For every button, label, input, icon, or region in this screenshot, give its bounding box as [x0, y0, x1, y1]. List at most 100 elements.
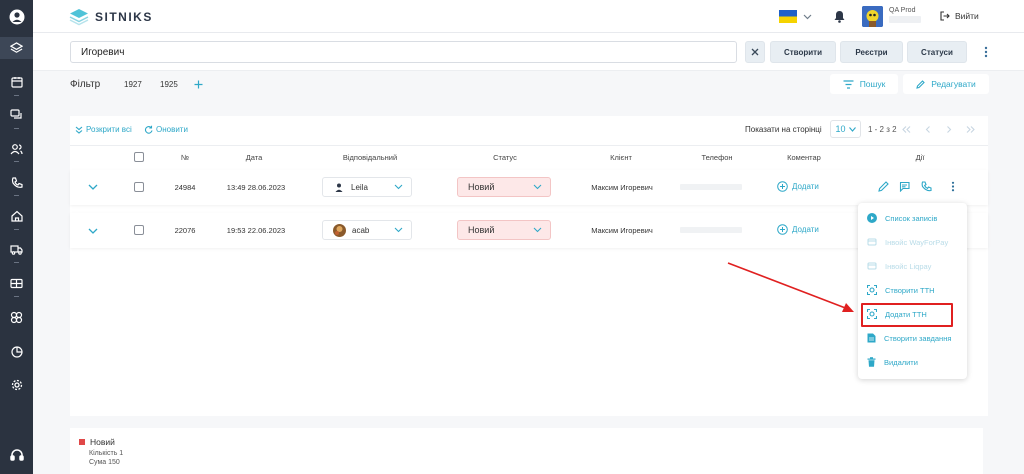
pagination-range: 1 - 2 з 2	[868, 125, 897, 134]
per-page-select[interactable]: 10	[830, 120, 861, 138]
sidebar-item-orders[interactable]	[0, 37, 33, 59]
annotation-arrow	[727, 262, 854, 312]
play-circle-icon	[867, 213, 877, 223]
edit-icon[interactable]	[878, 181, 889, 192]
language-selector[interactable]	[779, 10, 812, 23]
expand-row-chevron-icon[interactable]	[88, 184, 98, 190]
column-header-status[interactable]: Статус	[480, 153, 530, 162]
responsible-select[interactable]: Leila	[322, 177, 412, 197]
user-name[interactable]: QA Prod	[889, 7, 915, 14]
plus-circle-icon	[777, 181, 788, 192]
user-circle-icon	[9, 9, 24, 25]
sidebar-item-delivery[interactable]	[0, 238, 33, 260]
more-vertical-icon[interactable]	[951, 181, 955, 192]
responsible-select[interactable]: acab	[322, 220, 412, 240]
sidebar-item-clients[interactable]	[0, 138, 33, 160]
column-header-comment[interactable]: Коментар	[774, 153, 834, 162]
chevron-down-icon	[533, 227, 542, 233]
settings-icon	[11, 379, 22, 391]
filter-edit-label: Редагувати	[931, 79, 976, 89]
clear-search-button[interactable]	[745, 41, 765, 63]
logout-label: Вийти	[955, 11, 979, 21]
statuses-button[interactable]: Статуси	[907, 41, 967, 63]
sidebar-item-calls[interactable]	[0, 172, 33, 194]
client-name[interactable]: Максим Игоревич	[580, 183, 664, 192]
column-header-responsible[interactable]: Відповідальний	[330, 153, 410, 162]
create-button[interactable]: Створити	[770, 41, 836, 63]
add-comment-label: Додати	[792, 182, 819, 191]
registry-button[interactable]: Реєстри	[840, 41, 903, 63]
trash-icon	[867, 357, 876, 367]
summary-status-row: Новий	[79, 437, 115, 447]
prev-page-icon[interactable]	[925, 126, 931, 133]
row-checkbox[interactable]	[134, 182, 144, 192]
add-comment-button[interactable]: Додати	[777, 181, 819, 192]
sidebar-item-finance[interactable]	[0, 272, 33, 294]
order-number[interactable]: 22076	[170, 226, 200, 235]
filter-edit-button[interactable]: Редагувати	[903, 74, 989, 94]
sidebar-item-analytics[interactable]	[0, 341, 33, 363]
sitniks-logo-icon	[69, 9, 89, 26]
add-comment-button[interactable]: Додати	[777, 224, 819, 235]
responsible-name: acab	[352, 225, 370, 235]
sidebar-item-calendar[interactable]	[0, 71, 33, 93]
refresh-button[interactable]: Оновити	[144, 125, 188, 134]
sidebar-item-integrations[interactable]	[0, 306, 33, 328]
filter-lines-icon	[843, 79, 854, 89]
menu-item-delete[interactable]: Видалити	[858, 352, 967, 372]
menu-item-invoice-liqpay[interactable]: Інвойс Liqpay	[858, 256, 967, 276]
menu-item-create-ttn[interactable]: Створити ТТН	[858, 280, 967, 300]
status-select[interactable]: Новий	[457, 177, 551, 197]
filter-preset-1927[interactable]: 1927	[124, 80, 142, 89]
column-header-phone[interactable]: Телефон	[692, 153, 742, 162]
message-icon[interactable]	[899, 181, 910, 192]
brand-logo[interactable]: SITNIKS	[69, 8, 153, 26]
more-vertical-icon[interactable]	[984, 46, 988, 58]
phone-placeholder	[680, 227, 742, 233]
logout-button[interactable]: Вийти	[940, 11, 979, 21]
avatar[interactable]	[862, 6, 883, 27]
filter-search-label: Пошук	[859, 79, 886, 89]
invoice-icon	[867, 262, 877, 270]
menu-item-records-list[interactable]: Список записів	[858, 208, 967, 228]
menu-item-create-task[interactable]: Створити завдання	[858, 328, 967, 348]
add-filter-icon[interactable]	[194, 80, 203, 89]
expand-all-label: Розкрити всі	[86, 125, 132, 134]
phone-call-icon[interactable]	[921, 181, 932, 192]
row-checkbox[interactable]	[134, 225, 144, 235]
sidebar-item-profile[interactable]	[0, 6, 33, 28]
chat-icon	[10, 109, 22, 119]
filter-search-button[interactable]: Пошук	[830, 74, 898, 94]
expand-all-button[interactable]: Розкрити всі	[75, 125, 132, 134]
headset-icon	[9, 449, 24, 461]
chevron-down-icon	[394, 184, 403, 190]
bell-icon[interactable]	[834, 10, 845, 23]
filter-preset-1925[interactable]: 1925	[160, 80, 178, 89]
refresh-icon	[144, 125, 153, 134]
refresh-label: Оновити	[156, 125, 188, 134]
summary-status-label: Новий	[90, 437, 115, 447]
pie-chart-icon	[10, 346, 23, 358]
next-page-icon[interactable]	[946, 126, 952, 133]
sidebar-item-chats[interactable]	[0, 104, 33, 126]
menu-item-invoice-wayforpay[interactable]: Інвойс WayForPay	[858, 232, 967, 252]
sidebar-item-settings[interactable]	[0, 374, 33, 396]
column-header-number[interactable]: №	[175, 153, 195, 162]
expand-row-chevron-icon[interactable]	[88, 228, 98, 234]
select-all-checkbox[interactable]	[134, 152, 144, 162]
column-header-client[interactable]: Клієнт	[596, 153, 646, 162]
first-page-icon[interactable]	[902, 126, 911, 133]
search-toolbar: Створити Реєстри Статуси	[33, 33, 1024, 71]
menu-item-label: Інвойс Liqpay	[885, 261, 932, 271]
double-chevron-down-icon	[75, 126, 83, 134]
sidebar-item-warehouse[interactable]	[0, 205, 33, 227]
sidebar-item-support[interactable]	[0, 444, 33, 466]
last-page-icon[interactable]	[966, 126, 975, 133]
search-input[interactable]	[70, 41, 737, 63]
status-value: Новий	[468, 225, 495, 235]
client-name[interactable]: Максим Игоревич	[580, 226, 664, 235]
column-header-date[interactable]: Дата	[234, 153, 274, 162]
order-number[interactable]: 24984	[170, 183, 200, 192]
status-value: Новий	[468, 182, 495, 192]
status-select[interactable]: Новий	[457, 220, 551, 240]
